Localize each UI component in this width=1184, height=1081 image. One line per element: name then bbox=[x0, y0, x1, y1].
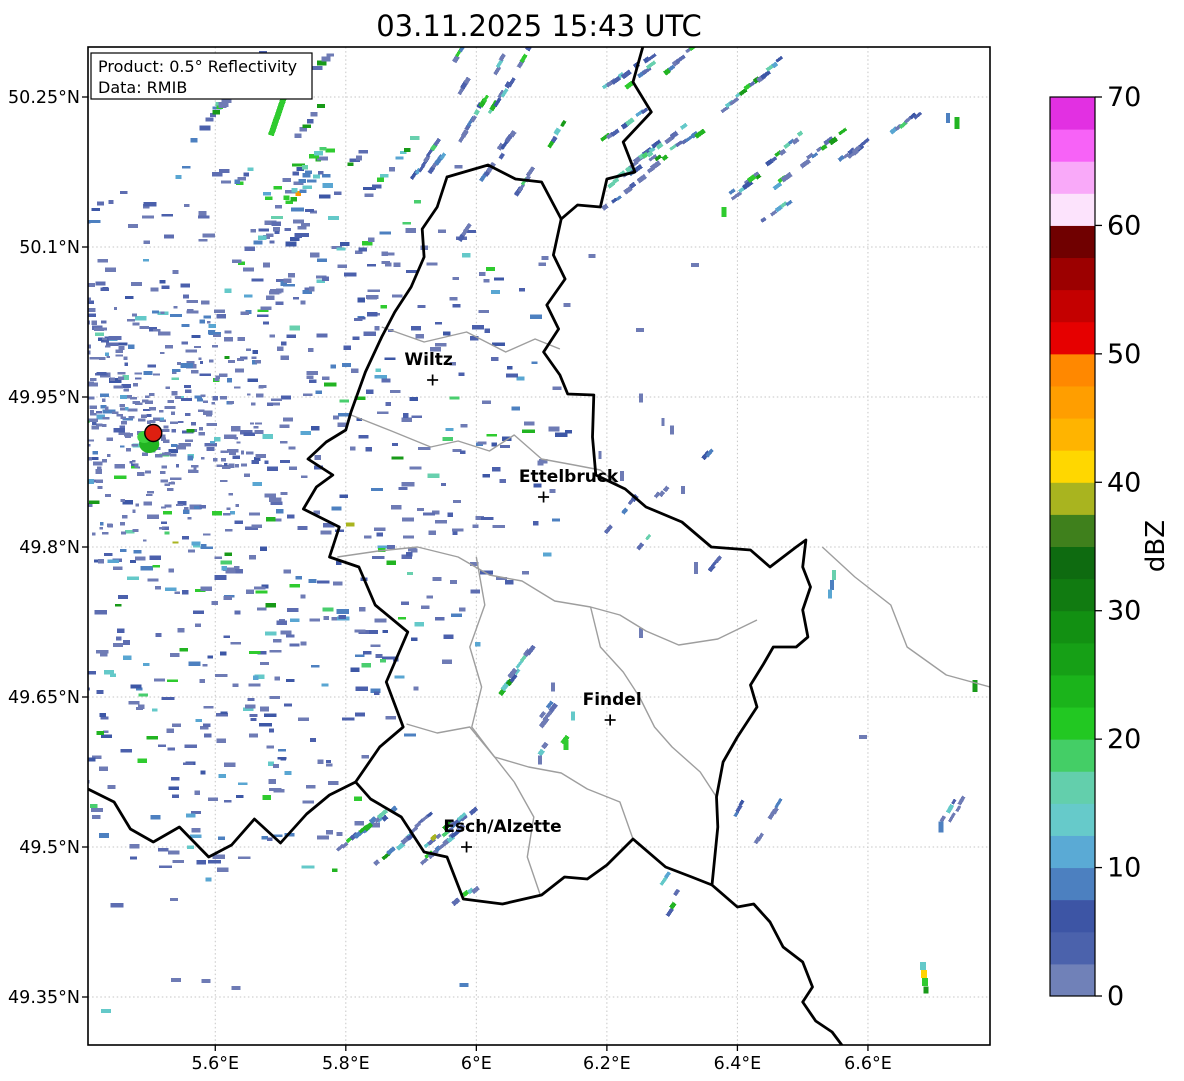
colorbar-tick-label: 70 bbox=[1107, 82, 1141, 113]
colorbar-tick-label: 40 bbox=[1107, 467, 1141, 498]
figure-title: 03.11.2025 15:43 UTC bbox=[376, 9, 702, 43]
info-box: Product: 0.5° Reflectivity Data: RMIB bbox=[90, 52, 313, 100]
city-label: Wiltz bbox=[404, 350, 453, 370]
colorbar-tick-label: 10 bbox=[1107, 853, 1141, 884]
colorbar-tick-label: 30 bbox=[1107, 596, 1141, 627]
city-label: Esch/Alzette bbox=[443, 817, 561, 837]
lat-tick-label: 49.35°N bbox=[8, 988, 80, 1008]
lat-tick-label: 49.65°N bbox=[8, 688, 80, 708]
radar-map-canvas: 03.11.2025 15:43 UTC Wiltz Ettelbruck Find… bbox=[0, 0, 1184, 1081]
lat-tick-label: 49.95°N bbox=[8, 388, 80, 408]
colorbar-tick-label: 20 bbox=[1107, 724, 1141, 755]
info-data-line: Data: RMIB bbox=[98, 78, 187, 97]
lon-tick-label: 6.2°E bbox=[583, 1054, 631, 1074]
radar-site-dot bbox=[144, 423, 163, 443]
lon-tick-label: 6.4°E bbox=[714, 1054, 762, 1074]
lat-tick-label: 50.25°N bbox=[8, 88, 80, 108]
colorbar-unit-label: dBZ bbox=[1141, 520, 1171, 572]
lon-tick-label: 6.6°E bbox=[844, 1054, 892, 1074]
figure-background bbox=[0, 0, 1184, 1081]
colorbar-tick-label: 50 bbox=[1107, 339, 1141, 370]
lat-tick-label: 49.8°N bbox=[19, 538, 80, 558]
info-product-line: Product: 0.5° Reflectivity bbox=[98, 57, 297, 76]
lat-tick-label: 49.5°N bbox=[19, 838, 80, 858]
colorbar-bands bbox=[1050, 97, 1095, 997]
city-label: Ettelbruck bbox=[519, 467, 619, 487]
city-label: Findel bbox=[583, 690, 642, 710]
colorbar-tick-label: 60 bbox=[1107, 210, 1141, 241]
lon-tick-label: 5.6°E bbox=[191, 1054, 239, 1074]
lat-tick-label: 50.1°N bbox=[19, 238, 80, 258]
colorbar-tick-label: 0 bbox=[1107, 981, 1124, 1012]
radar-figure: 03.11.2025 15:43 UTC Wiltz Ettelbruck Find… bbox=[0, 0, 1184, 1081]
lon-tick-label: 5.8°E bbox=[322, 1054, 370, 1074]
lon-tick-label: 6°E bbox=[461, 1054, 492, 1074]
